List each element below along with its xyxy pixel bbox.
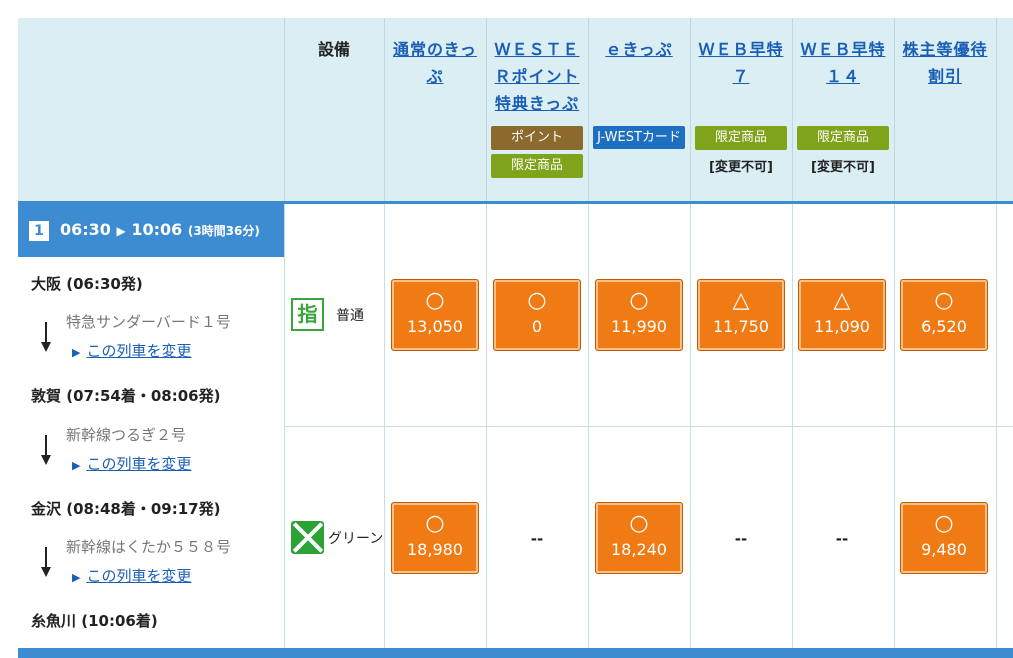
fare-button-e-kippu-green[interactable]: ○ 18,240 — [595, 502, 683, 574]
col-title-web-hayatoku-14[interactable]: ＷＥＢ早特１４ — [798, 36, 888, 90]
fare-unavailable: -- — [530, 530, 544, 548]
availability-triangle-icon: △ — [833, 288, 851, 313]
departure-time: 06:30 — [60, 220, 111, 239]
tag-limited: 限定商品 — [695, 126, 787, 150]
change-train-link[interactable]: ▶ この列車を変更 — [72, 340, 191, 361]
segment-train-name: 新幹線はくたか５５８号 — [66, 538, 232, 556]
fare-price: 6,520 — [921, 317, 967, 336]
col-header-wester-point[interactable]: ＷＥＳＴＥＲポイント特典きっぷ ポイント 限定商品 — [486, 18, 588, 202]
col-title-regular[interactable]: 通常のきっぷ — [390, 36, 480, 90]
travel-duration: (3時間36分) — [187, 224, 260, 238]
fare-price: 11,750 — [713, 317, 769, 336]
col-title-shareholder[interactable]: 株主等優待割引 — [900, 36, 990, 90]
no-change-note: [変更不可] — [811, 160, 875, 175]
change-train-link[interactable]: ▶ この列車を変更 — [72, 453, 191, 474]
arrow-right-icon: ▶ — [116, 224, 126, 238]
fare-table-page: 設備 通常のきっぷ ＷＥＳＴＥＲポイント特典きっぷ ポイント 限定商品 ｅきっぷ… — [0, 0, 1013, 658]
fare-price: 11,990 — [611, 317, 667, 336]
tag-limited: 限定商品 — [491, 154, 583, 178]
fare-button-web-hayatoku-14[interactable]: △ 11,090 — [798, 279, 886, 351]
tag-point: ポイント — [491, 126, 583, 150]
fare-table-header: 設備 通常のきっぷ ＷＥＳＴＥＲポイント特典きっぷ ポイント 限定商品 ｅきっぷ… — [18, 18, 1013, 202]
next-train-header — [18, 648, 1013, 658]
seat-type-reserved: 指 普通 — [291, 298, 364, 331]
fare-button-regular[interactable]: ○ 13,050 — [391, 279, 479, 351]
arrival-time: 10:06 — [131, 220, 183, 239]
change-train-label[interactable]: この列車を変更 — [86, 567, 191, 585]
col-title-e-kippu[interactable]: ｅきっぷ — [594, 36, 684, 63]
fare-button-shareholder[interactable]: ○ 6,520 — [900, 279, 988, 351]
change-train-label[interactable]: この列車を変更 — [86, 455, 191, 473]
tag-j-west-card: J-WESTカード — [593, 126, 685, 149]
fare-price: 18,980 — [407, 540, 463, 559]
facility-label: 設備 — [317, 40, 350, 59]
segment-train-name: 新幹線つるぎ２号 — [66, 426, 187, 444]
green-car-icon — [291, 521, 324, 554]
tag-limited: 限定商品 — [797, 126, 889, 150]
col-header-e-kippu[interactable]: ｅきっぷ J-WESTカード — [588, 18, 690, 202]
availability-circle-icon: ○ — [934, 511, 954, 536]
fare-button-web-hayatoku-7[interactable]: △ 11,750 — [697, 279, 785, 351]
stop-osaka: 大阪 (06:30発) — [31, 275, 143, 293]
availability-circle-icon: ○ — [629, 288, 649, 313]
stop-kanazawa: 金沢 (08:48着・09:17発) — [31, 500, 221, 518]
segment-train-name: 特急サンダーバード１号 — [66, 313, 231, 331]
triangle-right-icon: ▶ — [72, 346, 81, 359]
facility-header: 設備 — [284, 18, 384, 202]
change-train-link[interactable]: ▶ この列車を変更 — [72, 565, 191, 586]
availability-circle-icon: ○ — [425, 288, 445, 313]
fare-unavailable: -- — [734, 530, 748, 548]
change-train-label[interactable]: この列車を変更 — [86, 342, 191, 360]
fare-button-shareholder-green[interactable]: ○ 9,480 — [900, 502, 988, 574]
availability-circle-icon: ○ — [425, 511, 445, 536]
no-change-note: [変更不可] — [709, 160, 773, 175]
col-title-web-hayatoku-7[interactable]: ＷＥＢ早特７ — [696, 36, 786, 90]
seat-type-green: グリーン — [291, 521, 383, 554]
seat-type-label: 普通 — [336, 307, 364, 324]
stop-itoigawa: 糸魚川 (10:06着) — [31, 612, 158, 630]
availability-circle-icon: ○ — [629, 511, 649, 536]
train-number-badge: 1 — [29, 221, 49, 241]
col-header-shareholder[interactable]: 株主等優待割引 — [894, 18, 996, 202]
col-header-web-hayatoku-14[interactable]: ＷＥＢ早特１４ 限定商品 [変更不可] — [792, 18, 894, 202]
stop-tsuruga: 敦賀 (07:54着・08:06発) — [31, 387, 221, 405]
col-header-regular[interactable]: 通常のきっぷ — [384, 18, 486, 202]
availability-circle-icon: ○ — [527, 288, 547, 313]
col-title-wester-point[interactable]: ＷＥＳＴＥＲポイント特典きっぷ — [492, 36, 582, 117]
reserved-seat-icon: 指 — [291, 298, 324, 331]
col-header-web-hayatoku-7[interactable]: ＷＥＢ早特７ 限定商品 [変更不可] — [690, 18, 792, 202]
fare-price: 18,240 — [611, 540, 667, 559]
triangle-right-icon: ▶ — [72, 571, 81, 584]
seat-type-label: グリーン — [328, 530, 384, 547]
triangle-right-icon: ▶ — [72, 459, 81, 472]
availability-circle-icon: ○ — [934, 288, 954, 313]
fare-price: 11,090 — [814, 317, 870, 336]
fare-price: 0 — [531, 317, 543, 336]
fare-price: 13,050 — [407, 317, 463, 336]
availability-triangle-icon: △ — [732, 288, 750, 313]
fare-unavailable: -- — [835, 530, 849, 548]
fare-button-wester-point[interactable]: ○ 0 — [493, 279, 581, 351]
train-header: 1 06:30 ▶ 10:06 (3時間36分) — [18, 204, 284, 257]
fare-button-e-kippu[interactable]: ○ 11,990 — [595, 279, 683, 351]
fare-price: 9,480 — [921, 540, 967, 559]
fare-button-regular-green[interactable]: ○ 18,980 — [391, 502, 479, 574]
